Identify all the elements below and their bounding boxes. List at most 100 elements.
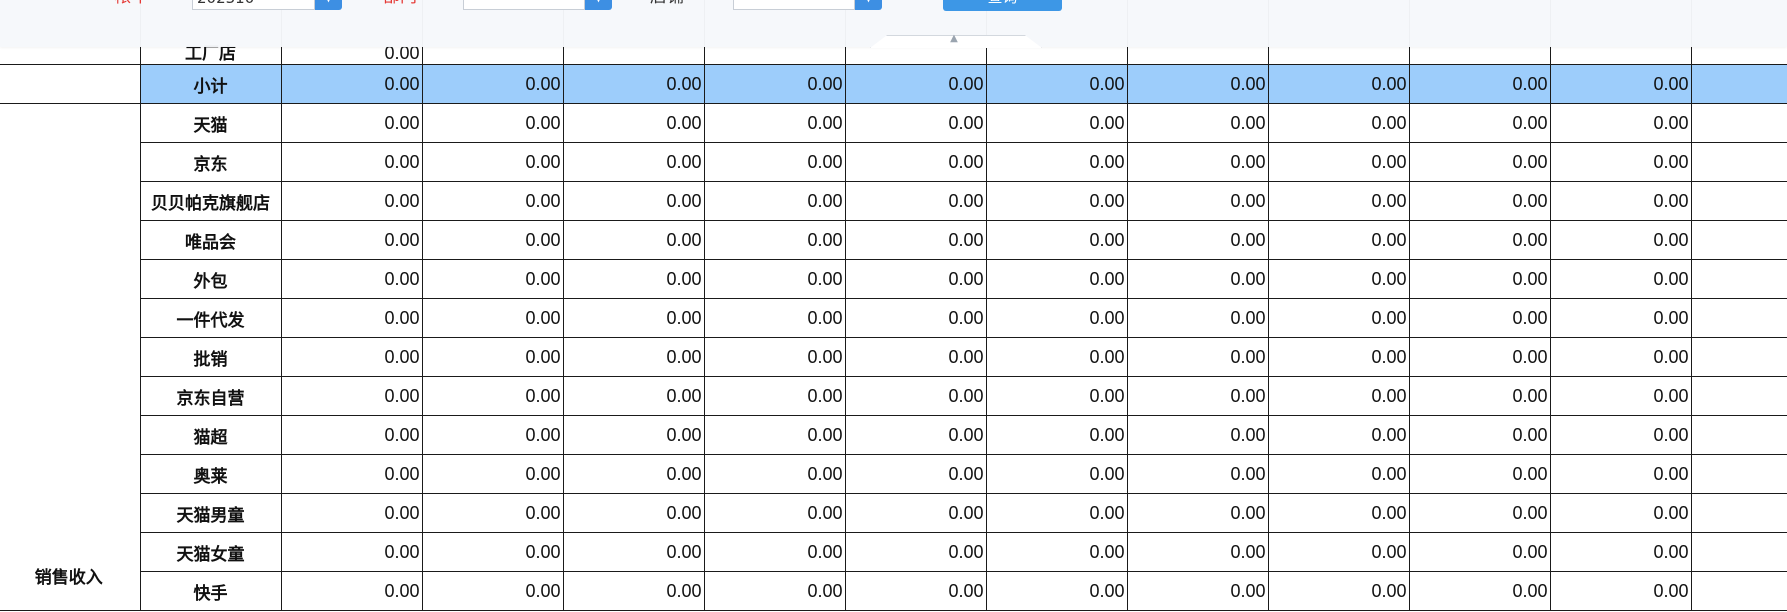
- value-cell: 0.00: [1127, 142, 1269, 182]
- query-button[interactable]: 查询: [943, 0, 1062, 11]
- value-cell: 0.00: [563, 259, 705, 299]
- value-cell: 0.00: [1409, 571, 1551, 611]
- value-cell: 0.00: [1550, 376, 1692, 416]
- value-cell: 0.00: [422, 142, 564, 182]
- subtotal-value-cell: 0.00: [1550, 64, 1692, 104]
- value-cell: 0.00: [986, 298, 1128, 338]
- table-row: 京东自营 0.00 0.00 0.00 0.00 0.00 0.00 0.00 0.00 0.00…: [0, 376, 1787, 416]
- value-cell: 0.00: [1268, 298, 1410, 338]
- shop-dropdown-button[interactable]: ▼: [855, 0, 882, 10]
- table-row: 奥莱 0.00 0.00 0.00 0.00 0.00 0.00 0.00 0.00 0.00 0.…: [0, 454, 1787, 494]
- row-label: 京东: [139, 142, 282, 182]
- value-cell-empty: [1691, 376, 1787, 416]
- value-cell: 0.00: [281, 532, 423, 572]
- value-cell-empty: [1691, 181, 1787, 221]
- value-cell-empty: [1691, 532, 1787, 572]
- value-cell: 0.00: [986, 454, 1128, 494]
- table-row: 外包 0.00 0.00 0.00 0.00 0.00 0.00 0.00 0.00 0.00 0.…: [0, 259, 1787, 299]
- value-cell: 0.00: [845, 571, 987, 611]
- value-cell: 0.00: [1268, 220, 1410, 260]
- row-label: 奥莱: [139, 454, 282, 494]
- subtotal-value-cell: 0.00: [422, 64, 564, 104]
- value-cell: 0.00: [1409, 493, 1551, 533]
- value-cell: 0.00: [281, 220, 423, 260]
- value-cell: 0.00: [1550, 415, 1692, 455]
- shop-label: 店铺: [650, 0, 684, 7]
- value-cell: 0.00: [845, 259, 987, 299]
- value-cell: 0.00: [563, 142, 705, 182]
- row-label: 天猫男童: [139, 493, 282, 533]
- table-row: 销售收入 天猫 0.00 0.00 0.00 0.00 0.00 0.00 0.00 0.00 0.…: [0, 103, 1787, 611]
- value-cell: 0.00: [1127, 259, 1269, 299]
- value-cell: 0.00: [845, 454, 987, 494]
- value-cell-empty: [1691, 493, 1787, 533]
- value-cell: 0.00: [845, 532, 987, 572]
- value-cell: 0.00: [422, 571, 564, 611]
- value-cell: 0.00: [1127, 337, 1269, 377]
- value-cell-empty: [1691, 220, 1787, 260]
- value-cell: 0.00: [1550, 220, 1692, 260]
- department-dropdown-button[interactable]: ▼: [585, 0, 612, 10]
- value-cell: 0.00: [845, 298, 987, 338]
- value-cell: 0.00: [704, 493, 846, 533]
- value-cell: 0.00: [281, 337, 423, 377]
- row-label: 贝贝帕克旗舰店: [139, 181, 282, 221]
- value-cell: 0.00: [1550, 337, 1692, 377]
- value-cell: 0.00: [845, 181, 987, 221]
- value-cell: 0.00: [422, 220, 564, 260]
- value-cell: 0.00: [704, 415, 846, 455]
- value-cell: 0.00: [422, 259, 564, 299]
- value-cell: 0.00: [1409, 376, 1551, 416]
- value-cell: 0.00: [563, 532, 705, 572]
- value-cell: 0.00: [563, 571, 705, 611]
- value-cell: 0.00: [1268, 415, 1410, 455]
- value-cell: 0.00: [986, 532, 1128, 572]
- value-cell: 0.00: [1550, 532, 1692, 572]
- value-cell: 0.00: [1268, 142, 1410, 182]
- table-row: 天猫女童 0.00 0.00 0.00 0.00 0.00 0.00 0.00 0.00 0.00…: [0, 532, 1787, 572]
- value-cell: 0.00: [704, 220, 846, 260]
- value-cell: 0.00: [1268, 571, 1410, 611]
- shop-select[interactable]: [733, 0, 855, 10]
- value-cell: 0.00: [1268, 493, 1410, 533]
- value-cell-empty: [1691, 454, 1787, 494]
- value-cell: 0.00: [704, 376, 846, 416]
- table-row: 快手 0.00 0.00 0.00 0.00 0.00 0.00 0.00 0.00 0.00 0.…: [0, 571, 1787, 611]
- value-cell: 0.00: [1268, 181, 1410, 221]
- value-cell: 0.00: [1127, 415, 1269, 455]
- value-cell: 0.00: [1409, 259, 1551, 299]
- value-cell: 0.00: [563, 103, 705, 143]
- period-input[interactable]: 202310: [192, 0, 315, 10]
- value-cell: 0.00: [1268, 259, 1410, 299]
- subtotal-row: 小计 0.00 0.00 0.00 0.00 0.00 0.00 0.00 0.00 0.00 0.…: [0, 64, 1787, 104]
- period-label: 帐年: [114, 0, 148, 7]
- value-cell: 0.00: [1268, 337, 1410, 377]
- collapse-up-icon[interactable]: ▲: [948, 34, 960, 44]
- period-dropdown-button[interactable]: ▼: [315, 0, 342, 10]
- subtotal-filler-cell: [1691, 64, 1787, 104]
- table-row: 一件代发 0.00 0.00 0.00 0.00 0.00 0.00 0.00 0.00 0.00…: [0, 298, 1787, 338]
- subtotal-label: 小计: [139, 64, 282, 104]
- value-cell: 0.00: [422, 298, 564, 338]
- period-value: 202310: [197, 0, 254, 9]
- department-select[interactable]: [463, 0, 585, 10]
- value-cell: 0.00: [422, 532, 564, 572]
- value-cell-empty: [1691, 259, 1787, 299]
- report-page: 工厂店 0.00 小计 0.00 0.00 0.00 0.00 0.00 0.00 0.00 0.0…: [0, 0, 1787, 612]
- value-cell: 0.00: [1409, 181, 1551, 221]
- subtotal-value-cell: 0.00: [281, 64, 423, 104]
- value-cell: 0.00: [563, 493, 705, 533]
- value-cell-empty: [1691, 298, 1787, 338]
- value-cell: 0.00: [1550, 103, 1692, 143]
- value-cell: 0.00: [563, 415, 705, 455]
- department-label: 部门: [383, 0, 417, 7]
- row-label: 天猫: [139, 103, 282, 143]
- value-cell: 0.00: [422, 454, 564, 494]
- value-cell: 0.00: [986, 571, 1128, 611]
- value-cell: 0.00: [986, 181, 1128, 221]
- value-cell: 0.00: [281, 454, 423, 494]
- subtotal-value-cell: 0.00: [704, 64, 846, 104]
- value-cell: 0.00: [1409, 142, 1551, 182]
- value-cell: 0.00: [845, 415, 987, 455]
- value-cell: 0.00: [1550, 259, 1692, 299]
